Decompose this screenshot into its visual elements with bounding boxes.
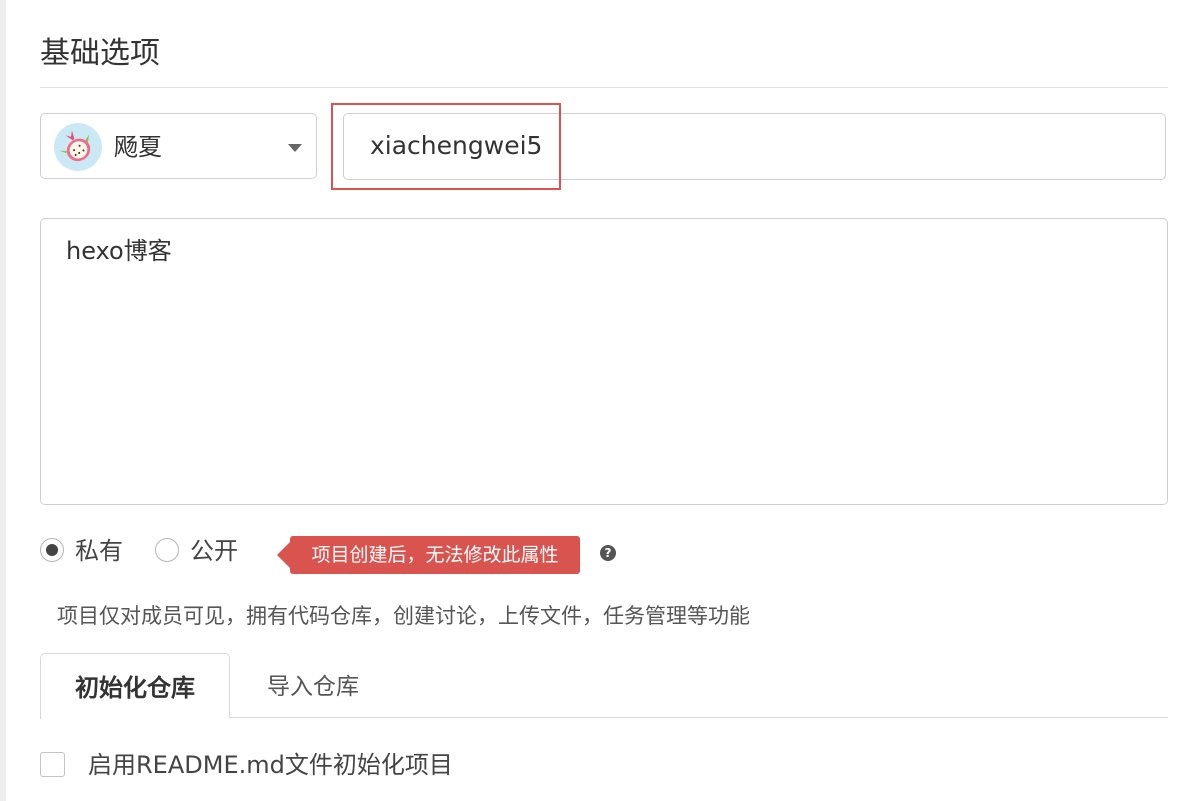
radio-public-label[interactable]: 公开: [190, 535, 238, 567]
chevron-down-icon: [288, 144, 302, 152]
radio-public[interactable]: [155, 538, 179, 562]
question-icon[interactable]: ?: [600, 545, 616, 561]
section-title: 基础选项: [40, 36, 160, 71]
description-textarea[interactable]: hexo博客: [40, 218, 1168, 505]
tab-init-repo[interactable]: 初始化仓库: [40, 653, 230, 719]
readme-checkbox-label[interactable]: 启用README.md文件初始化项目: [88, 749, 453, 781]
dragonfruit-avatar-icon: [54, 123, 102, 171]
owner-name: 飏夏: [114, 133, 162, 161]
radio-private[interactable]: [40, 538, 64, 562]
owner-select[interactable]: 飏夏: [40, 113, 317, 179]
project-name-input[interactable]: xiachengwei5: [343, 113, 1166, 180]
project-name-value: xiachengwei5: [370, 131, 543, 160]
visibility-hint: 项目仅对成员可见，拥有代码仓库，创建讨论，上传文件，任务管理等功能: [57, 604, 750, 628]
readme-checkbox[interactable]: [40, 752, 65, 777]
radio-private-label[interactable]: 私有: [75, 535, 123, 567]
visibility-warning-tag: 项目创建后，无法修改此属性: [277, 536, 580, 574]
title-divider: [40, 87, 1168, 88]
description-value: hexo博客: [66, 237, 172, 265]
tab-import-repo[interactable]: 导入仓库: [248, 671, 378, 703]
left-border: [0, 0, 6, 801]
tab-init-repo-label: 初始化仓库: [75, 674, 195, 702]
